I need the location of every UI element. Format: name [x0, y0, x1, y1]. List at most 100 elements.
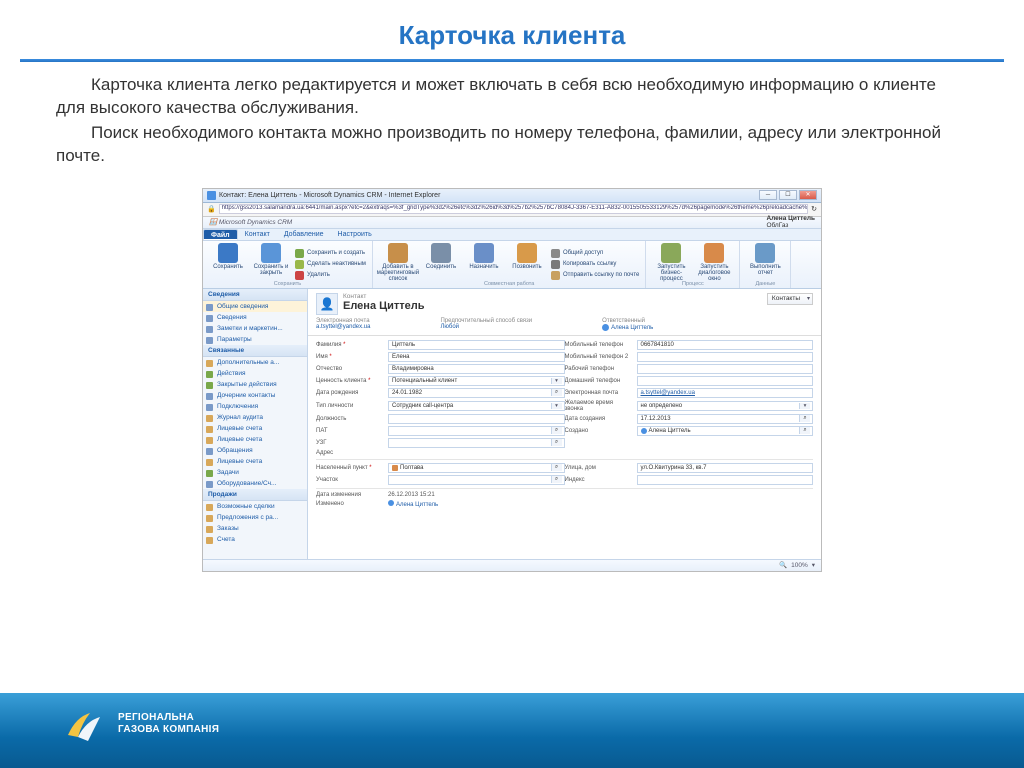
inp-mobile2[interactable] — [637, 352, 814, 362]
inp-homephone[interactable] — [637, 376, 814, 386]
inp-lastname[interactable]: Циттель — [388, 340, 565, 350]
btn-share[interactable]: Общий доступ — [551, 249, 639, 258]
inp-mobile[interactable]: 0667841810 — [637, 340, 814, 350]
sidebar-item-equipment[interactable]: Оборудование/Сч... — [203, 478, 307, 489]
crm-screenshot: Контакт: Елена Циттель - Microsoft Dynam… — [202, 188, 822, 572]
lbl-calltime: Желаемое время звонка — [565, 400, 633, 412]
tab-contact[interactable]: Контакт — [238, 229, 277, 240]
tab-add[interactable]: Добавление — [277, 229, 331, 240]
logo-text: РЕГІОНАЛЬНА ГАЗОВА КОМПАНІЯ — [118, 712, 219, 736]
view-dropdown[interactable]: Контакты — [767, 293, 813, 305]
sidebar-item-orders[interactable]: Заказы — [203, 523, 307, 534]
sidebar-item-details[interactable]: Сведения — [203, 312, 307, 323]
save-new-icon — [295, 249, 304, 258]
header-pref-label: Предпочтительный способ связи — [440, 318, 532, 324]
inp-value[interactable]: Потенциальный клиент — [388, 376, 565, 386]
inp-city[interactable]: Полтава — [388, 463, 565, 473]
city-icon — [392, 465, 398, 471]
lbl-createdby: Создано — [565, 428, 633, 434]
sidebar-item-tasks[interactable]: Задачи — [203, 467, 307, 478]
url-field[interactable]: https://gss2013.salamandra.ua:6441/main.… — [219, 204, 808, 214]
inp-birth[interactable]: 24.01.1982 — [388, 388, 565, 398]
dialog-icon — [704, 243, 724, 263]
assign-icon — [474, 243, 494, 263]
sidebar-item-activities[interactable]: Действия — [203, 368, 307, 379]
sidebar-item-subcontacts[interactable]: Дочерние контакты — [203, 390, 307, 401]
btn-deactivate[interactable]: Сделать неактивным — [295, 260, 366, 269]
sidebar-item-opportunities[interactable]: Возможные сделки — [203, 501, 307, 512]
sidebar-section-info: Сведения — [203, 289, 307, 301]
sidebar-item-cases[interactable]: Обращения — [203, 445, 307, 456]
share-icon — [551, 249, 560, 258]
crm-user[interactable]: Алена ЦиттельОблГаз — [766, 215, 815, 229]
separator — [316, 488, 813, 489]
separator — [316, 459, 813, 460]
lbl-uzg: УЗГ — [316, 440, 384, 446]
report-icon — [755, 243, 775, 263]
inp-email2[interactable]: a.tsyttel@yandex.ua — [637, 388, 814, 398]
inp-index[interactable] — [637, 475, 814, 485]
crm-brand: 🪟 Microsoft Dynamics CRM — [209, 218, 292, 226]
link-icon — [551, 260, 560, 269]
lbl-addr: Адрес — [316, 450, 384, 456]
contact-icon: 👤 — [316, 293, 338, 315]
para-2: Поиск необходимого контакта можно произв… — [56, 122, 968, 168]
lbl-type: Тип личности — [316, 403, 384, 409]
zoom-icon[interactable]: 🔍 — [779, 561, 787, 569]
lbl-lastname: Фамилия * — [316, 342, 384, 348]
tab-file[interactable]: Файл — [203, 229, 238, 240]
refresh-icon[interactable]: ↻ — [811, 205, 817, 213]
group-data-label: Данные — [740, 281, 790, 287]
tab-customize[interactable]: Настроить — [331, 229, 379, 240]
inp-district[interactable] — [388, 475, 565, 485]
inp-createdby[interactable]: Алена Циттель — [637, 426, 814, 436]
workflow-icon — [661, 243, 681, 263]
lbl-modon: Дата изменения — [316, 492, 384, 498]
header-owner-value: Алена Циттель — [602, 324, 653, 331]
inp-type[interactable]: Сотрудник call-центра — [388, 401, 565, 411]
sidebar-item-accounts1[interactable]: Лицевые счета — [203, 423, 307, 434]
inp-pat[interactable] — [388, 426, 565, 436]
sidebar-item-extra-addr[interactable]: Дополнительные а... — [203, 357, 307, 368]
window-controls: ─ ☐ ✕ — [759, 190, 817, 200]
inp-uzg[interactable] — [388, 438, 565, 448]
company-logo: РЕГІОНАЛЬНА ГАЗОВА КОМПАНІЯ — [60, 701, 219, 747]
ie-icon — [207, 191, 216, 200]
sidebar-item-audit[interactable]: Журнал аудита — [203, 412, 307, 423]
group-process-label: Процесс — [646, 281, 739, 287]
btn-email-link[interactable]: Отправить ссылку по почте — [551, 271, 639, 280]
group-collab-label: Совместная работа — [373, 281, 645, 287]
sidebar-item-accounts3[interactable]: Лицевые счета — [203, 456, 307, 467]
sidebar-section-sales: Продажи — [203, 489, 307, 501]
content: 👤 Контакт Елена Циттель Электронная почт… — [308, 289, 821, 559]
sidebar-item-general[interactable]: Общие сведения — [203, 301, 307, 312]
inp-workphone[interactable] — [637, 364, 814, 374]
close-button[interactable]: ✕ — [799, 190, 817, 200]
sidebar-item-notes[interactable]: Заметки и маркетин... — [203, 323, 307, 334]
btn-delete[interactable]: Удалить — [295, 271, 366, 280]
sidebar-item-accounts2[interactable]: Лицевые счета — [203, 434, 307, 445]
lbl-homephone: Домашний телефон — [565, 378, 633, 384]
btn-save-new[interactable]: Сохранить и создать — [295, 249, 366, 258]
chevron-down-icon[interactable]: ▾ — [812, 561, 815, 569]
header-email-label: Электронная почта — [316, 318, 370, 324]
sidebar-item-params[interactable]: Параметры — [203, 334, 307, 345]
logo-mark — [60, 701, 106, 747]
form-body: Фамилия *Циттель Мобильный телефон066784… — [308, 336, 821, 559]
val-modon: 26.12.2013 15:21 — [388, 492, 435, 498]
inp-street[interactable]: ул.О.Квитурина 33, кв.7 — [637, 463, 814, 473]
ie-titlebar: Контакт: Елена Циттель - Microsoft Dynam… — [203, 189, 821, 203]
inp-created[interactable]: 17.12.2013 — [637, 414, 814, 424]
lbl-mobile2: Мобильный телефон 2 — [565, 354, 633, 360]
sidebar-item-connections[interactable]: Подключения — [203, 401, 307, 412]
inp-position[interactable] — [388, 414, 565, 424]
inp-calltime[interactable]: не определено — [637, 401, 814, 411]
sidebar-item-quotes[interactable]: Предложения с ра... — [203, 512, 307, 523]
maximize-button[interactable]: ☐ — [779, 190, 797, 200]
minimize-button[interactable]: ─ — [759, 190, 777, 200]
sidebar-item-invoices[interactable]: Счета — [203, 534, 307, 545]
inp-middle[interactable]: Владимировна — [388, 364, 565, 374]
sidebar-item-closed-activities[interactable]: Закрытые действия — [203, 379, 307, 390]
inp-firstname[interactable]: Елена — [388, 352, 565, 362]
btn-copy-link[interactable]: Копировать ссылку — [551, 260, 639, 269]
